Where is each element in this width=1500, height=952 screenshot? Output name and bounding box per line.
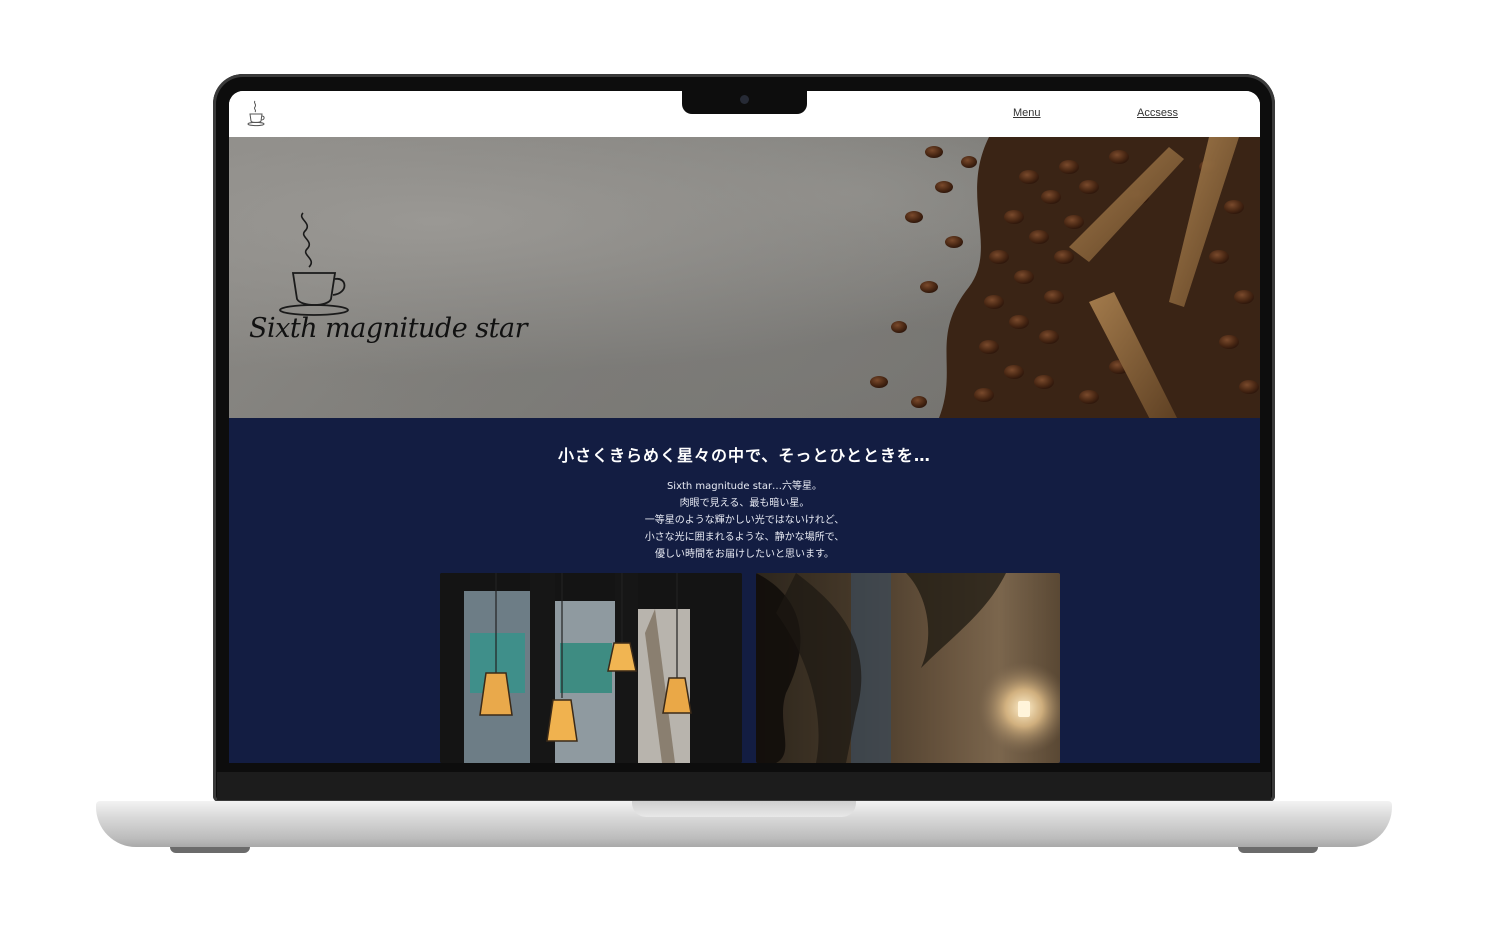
camera-icon	[740, 95, 749, 104]
coffee-cup-icon[interactable]	[245, 99, 267, 127]
interior-wall-image	[756, 573, 1060, 763]
intro-heading: 小さくきらめく星々の中で、そっとひとときを…	[558, 446, 931, 465]
camera-notch	[682, 91, 807, 114]
coffee-cup-steam-icon	[279, 212, 349, 316]
laptop-foot-left	[170, 847, 250, 853]
intro-text: Sixth magnitude star…六等星。 肉眼で見える、最も暗い星。 …	[229, 478, 1260, 563]
nav-access-link[interactable]: Accsess	[1137, 107, 1178, 119]
intro-line: Sixth magnitude star…六等星。	[666, 481, 823, 492]
hero-banner: Sixth magnitude star	[229, 137, 1260, 418]
hero-title: Sixth magnitude star	[249, 313, 527, 344]
coffee-beans-image	[870, 137, 1260, 418]
laptop-foot-right	[1238, 847, 1318, 853]
nav-menu-link[interactable]: Menu	[1013, 107, 1041, 119]
intro-section: 小さくきらめく星々の中で、そっとひとときを… Sixth magnitude s…	[229, 418, 1260, 763]
intro-line: 小さな光に囲まれるような、静かな場所で、	[644, 532, 845, 543]
intro-line: 肉眼で見える、最も暗い星。	[679, 498, 810, 509]
laptop-screen: Menu Accsess Sixth magnitude star 小さくきらめ…	[229, 91, 1260, 763]
intro-line: 優しい時間をお届けしたいと思います。	[655, 549, 834, 560]
cafe-interior-photo	[756, 573, 1060, 763]
pendant-lamps-image	[440, 573, 742, 763]
laptop-trackpad-notch	[632, 801, 856, 817]
intro-line: 一等星のような輝かしい光ではないけれど、	[644, 515, 845, 526]
cafe-lamps-photo	[440, 573, 742, 763]
laptop-chin	[217, 772, 1271, 800]
